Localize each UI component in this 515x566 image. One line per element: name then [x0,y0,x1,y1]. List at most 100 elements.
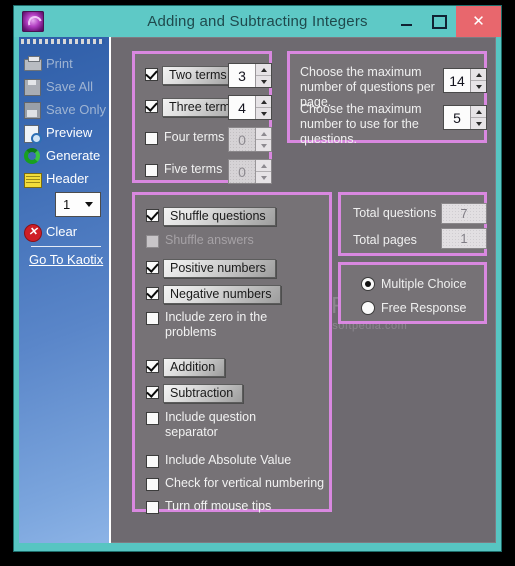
floppy-icon [23,78,42,96]
checkbox-label: Positive numbers [163,259,276,278]
title-bar: Adding and Subtracting Integers ✕ [14,6,501,37]
arrow-down-icon [260,111,267,116]
close-button[interactable]: ✕ [456,6,501,37]
checkbox-box [146,478,159,491]
sidebar-item-save-all[interactable]: Save All [23,75,107,98]
total-questions-label: Total questions [353,206,437,220]
header-count-value: 1 [63,197,71,212]
arrow-up-icon [475,72,482,77]
checkbox-include-absolute-value[interactable]: Include Absolute Value [146,453,291,468]
client-area: SOFTPEDIA™ www.softpedia.com Print Save … [19,37,496,543]
checkbox-include-question-separator[interactable]: Include question separator [146,410,275,440]
spinner-three-terms[interactable]: 4 [228,95,272,120]
sidebar-item-print[interactable]: Print [23,52,107,75]
arrow-up-icon [260,163,267,168]
checkbox-box [146,359,159,373]
checkbox-box [146,235,159,248]
go-to-kaotix-link[interactable]: Go To Kaotix [29,252,103,267]
spinner-value: 3 [238,67,246,84]
radio-free-response[interactable]: Free Response [361,301,466,315]
sidebar-divider [31,246,101,247]
radio-dot [361,277,375,291]
checkbox-box [146,312,159,325]
spinner-buttons[interactable] [470,69,486,92]
spinner-down-button[interactable] [471,81,486,92]
spinner-down-button[interactable] [256,76,271,87]
checkbox-label: Shuffle questions [163,207,276,226]
spinner-up-button[interactable] [256,96,271,108]
sidebar-item-generate[interactable]: Generate [23,144,107,167]
checkbox-positive-numbers[interactable]: Positive numbers [146,259,276,278]
checkbox-five-terms[interactable]: Five terms [145,162,222,177]
sidebar-item-preview[interactable]: Preview [23,121,107,144]
spinner-up-button[interactable] [256,64,271,76]
header-count-dropdown[interactable]: 1 [55,192,101,217]
spinner-up-button[interactable] [471,69,486,81]
checkbox-vertical-numbering[interactable]: Check for vertical numbering [146,476,324,491]
spinner-up-button[interactable] [471,106,486,118]
total-pages-label: Total pages [353,233,417,247]
preview-icon [23,124,42,144]
spinner-max-questions-per-page[interactable]: 14 [443,68,487,93]
checkbox-label: Addition [163,358,226,377]
spinner-value: 0 [238,163,246,180]
checkbox-include-zero[interactable]: Include zero in the problems [146,310,275,340]
sidebar-label-save-only: Save Only [46,102,106,117]
totals-panel: Total questions 7 Total pages 1 [338,192,487,256]
radio-label: Free Response [381,301,467,315]
arrow-up-icon [260,67,267,72]
checkbox-shuffle-answers: Shuffle answers [146,233,254,248]
spinner-max-number[interactable]: 5 [443,105,487,130]
checkbox-box [146,385,159,399]
header-icon [23,170,42,188]
checkbox-addition[interactable]: Addition [146,358,226,377]
checkbox-four-terms[interactable]: Four terms [145,130,224,145]
arrow-up-icon [260,131,267,136]
radio-multiple-choice[interactable]: Multiple Choice [361,277,466,291]
checkbox-box [145,164,158,177]
checkbox-subtraction[interactable]: Subtraction [146,384,244,403]
spinner-value: 0 [238,131,246,148]
checkbox-two-terms[interactable]: Two terms [145,66,237,85]
total-questions-value: 7 [441,203,487,224]
sidebar-item-header[interactable]: Header [23,167,107,190]
sidebar-item-save-only[interactable]: Save Only [23,98,107,121]
spinner-down-button[interactable] [471,118,486,129]
arrow-down-icon [475,121,482,126]
sidebar-spiral-decoration [21,39,105,44]
spinner-buttons [255,160,271,183]
sidebar-label-save-all: Save All [46,79,93,94]
spinner-two-terms[interactable]: 3 [228,63,272,88]
checkbox-turn-off-mouse-tips[interactable]: Turn off mouse tips [146,499,271,514]
checkbox-negative-numbers[interactable]: Negative numbers [146,285,282,304]
checkbox-box [145,132,158,145]
minimize-button[interactable] [390,6,423,37]
spinner-buttons[interactable] [255,64,271,87]
radio-dot [361,301,375,315]
sidebar: Print Save All Save Only Preview Generat [19,37,111,543]
spinner-buttons[interactable] [470,106,486,129]
recycle-icon [23,147,42,165]
checkbox-box [146,412,159,425]
minimize-icon [401,24,412,26]
checkbox-box [146,455,159,468]
checkbox-label: Include zero in the problems [165,310,268,339]
chevron-down-icon [85,202,93,207]
checkbox-label: Two terms [162,66,237,85]
format-panel: Multiple Choice Free Response [338,262,487,324]
arrow-down-icon [260,175,267,180]
spinner-down-button[interactable] [256,108,271,119]
arrow-up-icon [260,99,267,104]
maximize-button[interactable] [423,6,456,37]
spinner-down-button [256,172,271,183]
spinner-four-terms: 0 [228,127,272,152]
checkbox-label: Four terms [164,130,225,144]
checkbox-shuffle-questions[interactable]: Shuffle questions [146,207,276,226]
sidebar-label-preview: Preview [46,125,93,140]
spinner-up-button [256,128,271,140]
radio-label: Multiple Choice [381,277,467,291]
printer-icon [23,55,42,73]
arrow-down-icon [475,84,482,89]
spinner-buttons[interactable] [255,96,271,119]
sidebar-item-clear[interactable]: ✕ Clear [23,220,107,243]
